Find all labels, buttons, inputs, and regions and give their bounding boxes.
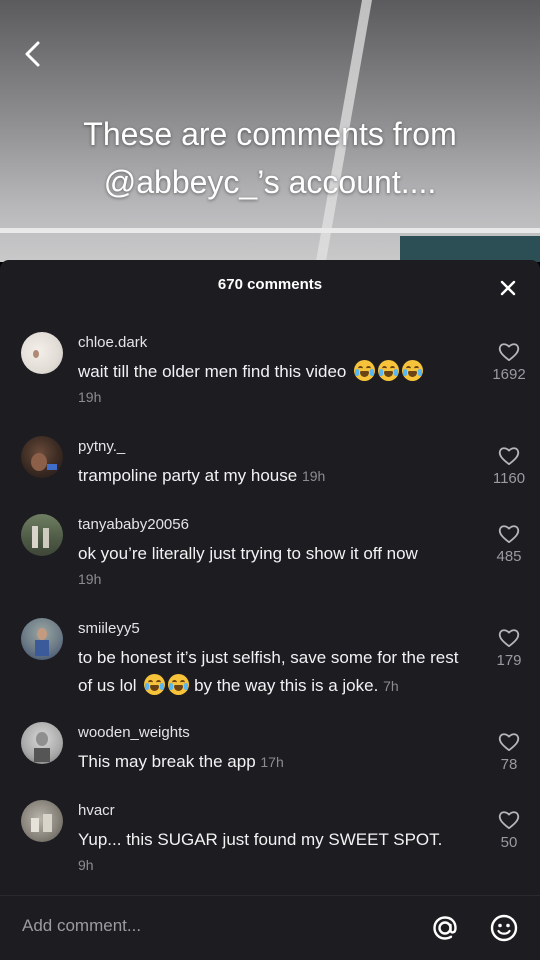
comment-count: 670 comments xyxy=(217,276,323,293)
back-button[interactable] xyxy=(14,36,50,72)
comment-text: to be honest it’s just selfish, save som… xyxy=(78,644,473,700)
app-screen: These are comments from @abbeyc_’s accou… xyxy=(0,0,540,960)
comment-body: Yup... this SUGAR just found my SWEET SP… xyxy=(78,830,443,849)
comment-body: ok you’re literally just trying to show … xyxy=(78,544,418,563)
smiley-face-icon xyxy=(490,914,518,942)
heart-icon xyxy=(498,343,520,362)
laughing-emoji-icon xyxy=(144,674,166,695)
heart-icon xyxy=(498,629,520,648)
mention-button[interactable] xyxy=(428,911,462,945)
like-count: 50 xyxy=(500,834,518,851)
at-sign-icon xyxy=(433,916,457,940)
comment-body: wait till the older men find this video xyxy=(78,362,347,381)
avatar[interactable] xyxy=(21,618,63,660)
overlay-line-2: @abbeyc_’s account.... xyxy=(103,164,437,200)
comment-time: 7h xyxy=(383,678,399,694)
avatar[interactable] xyxy=(21,332,63,374)
comment-text: Yup... this SUGAR just found my SWEET SP… xyxy=(78,826,473,876)
like-count: 1692 xyxy=(492,366,526,383)
comment-item[interactable]: tanyababy20056 ok you’re literally just … xyxy=(0,514,540,594)
video-background[interactable]: These are comments from @abbeyc_’s accou… xyxy=(0,0,540,262)
comment-username[interactable]: smiileyy5 xyxy=(78,620,140,637)
add-comment-bar xyxy=(0,895,540,960)
comment-item[interactable]: hvacr Yup... this SUGAR just found my SW… xyxy=(0,800,540,880)
avatar[interactable] xyxy=(21,722,63,764)
like-button[interactable]: 78 xyxy=(486,732,532,773)
ceiling-panel xyxy=(400,236,540,262)
overlay-line-1: These are comments from xyxy=(83,116,457,152)
comment-text: trampoline party at my house 19h xyxy=(78,462,473,490)
like-count: 179 xyxy=(496,652,522,669)
like-button[interactable]: 1160 xyxy=(486,446,532,487)
avatar[interactable] xyxy=(21,800,63,842)
avatar[interactable] xyxy=(21,514,63,556)
comment-text: ok you’re literally just trying to show … xyxy=(78,540,473,590)
comment-body: trampoline party at my house xyxy=(78,466,298,485)
avatar[interactable] xyxy=(21,436,63,478)
comments-sheet: 670 comments chloe.dark wait till the ol… xyxy=(0,260,540,960)
comment-username[interactable]: tanyababy20056 xyxy=(78,516,189,533)
comment-body: This may break the app xyxy=(78,752,256,771)
heart-icon xyxy=(498,811,520,830)
like-button[interactable]: 1692 xyxy=(486,342,532,383)
crying-emoji-icon xyxy=(402,360,424,381)
heart-icon xyxy=(498,447,520,466)
sheet-header: 670 comments xyxy=(0,260,540,312)
like-count: 1160 xyxy=(492,470,526,487)
ceiling-line xyxy=(0,228,540,233)
comment-username[interactable]: wooden_weights xyxy=(78,724,190,741)
emoji-button[interactable] xyxy=(487,911,521,945)
crying-emoji-icon xyxy=(378,360,400,381)
comment-username[interactable]: hvacr xyxy=(78,802,115,819)
comment-time: 19h xyxy=(78,389,102,405)
comment-time: 19h xyxy=(78,571,102,587)
comment-username[interactable]: chloe.dark xyxy=(78,334,147,351)
heart-icon xyxy=(498,525,520,544)
comment-time: 9h xyxy=(78,857,94,873)
comment-item[interactable]: wooden_weights This may break the app 17… xyxy=(0,722,540,782)
comment-username[interactable]: pytny._ xyxy=(78,438,125,455)
comment-text: wait till the older men find this video … xyxy=(78,358,473,408)
like-count: 485 xyxy=(496,548,522,565)
comment-item[interactable]: pytny._ trampoline party at my house 19h… xyxy=(0,436,540,496)
comment-item[interactable]: smiileyy5 to be honest it’s just selfish… xyxy=(0,618,540,702)
chevron-left-icon xyxy=(25,41,40,67)
comment-item[interactable]: chloe.dark wait till the older men find … xyxy=(0,332,540,412)
crying-emoji-icon xyxy=(354,360,376,381)
video-caption-overlay: These are comments from @abbeyc_’s accou… xyxy=(0,110,540,206)
like-count: 78 xyxy=(500,756,518,773)
comment-time: 17h xyxy=(260,754,284,770)
like-button[interactable]: 179 xyxy=(486,628,532,669)
like-button[interactable]: 485 xyxy=(486,524,532,565)
close-icon xyxy=(500,280,516,296)
comment-time: 19h xyxy=(301,468,326,484)
close-button[interactable] xyxy=(492,272,524,304)
laughing-emoji-icon xyxy=(168,674,190,695)
add-comment-input[interactable] xyxy=(22,916,412,936)
like-button[interactable]: 50 xyxy=(486,810,532,851)
comment-body-continued: by the way this is a joke. xyxy=(194,676,379,695)
comment-text: This may break the app 17h xyxy=(78,748,473,776)
heart-icon xyxy=(498,733,520,752)
